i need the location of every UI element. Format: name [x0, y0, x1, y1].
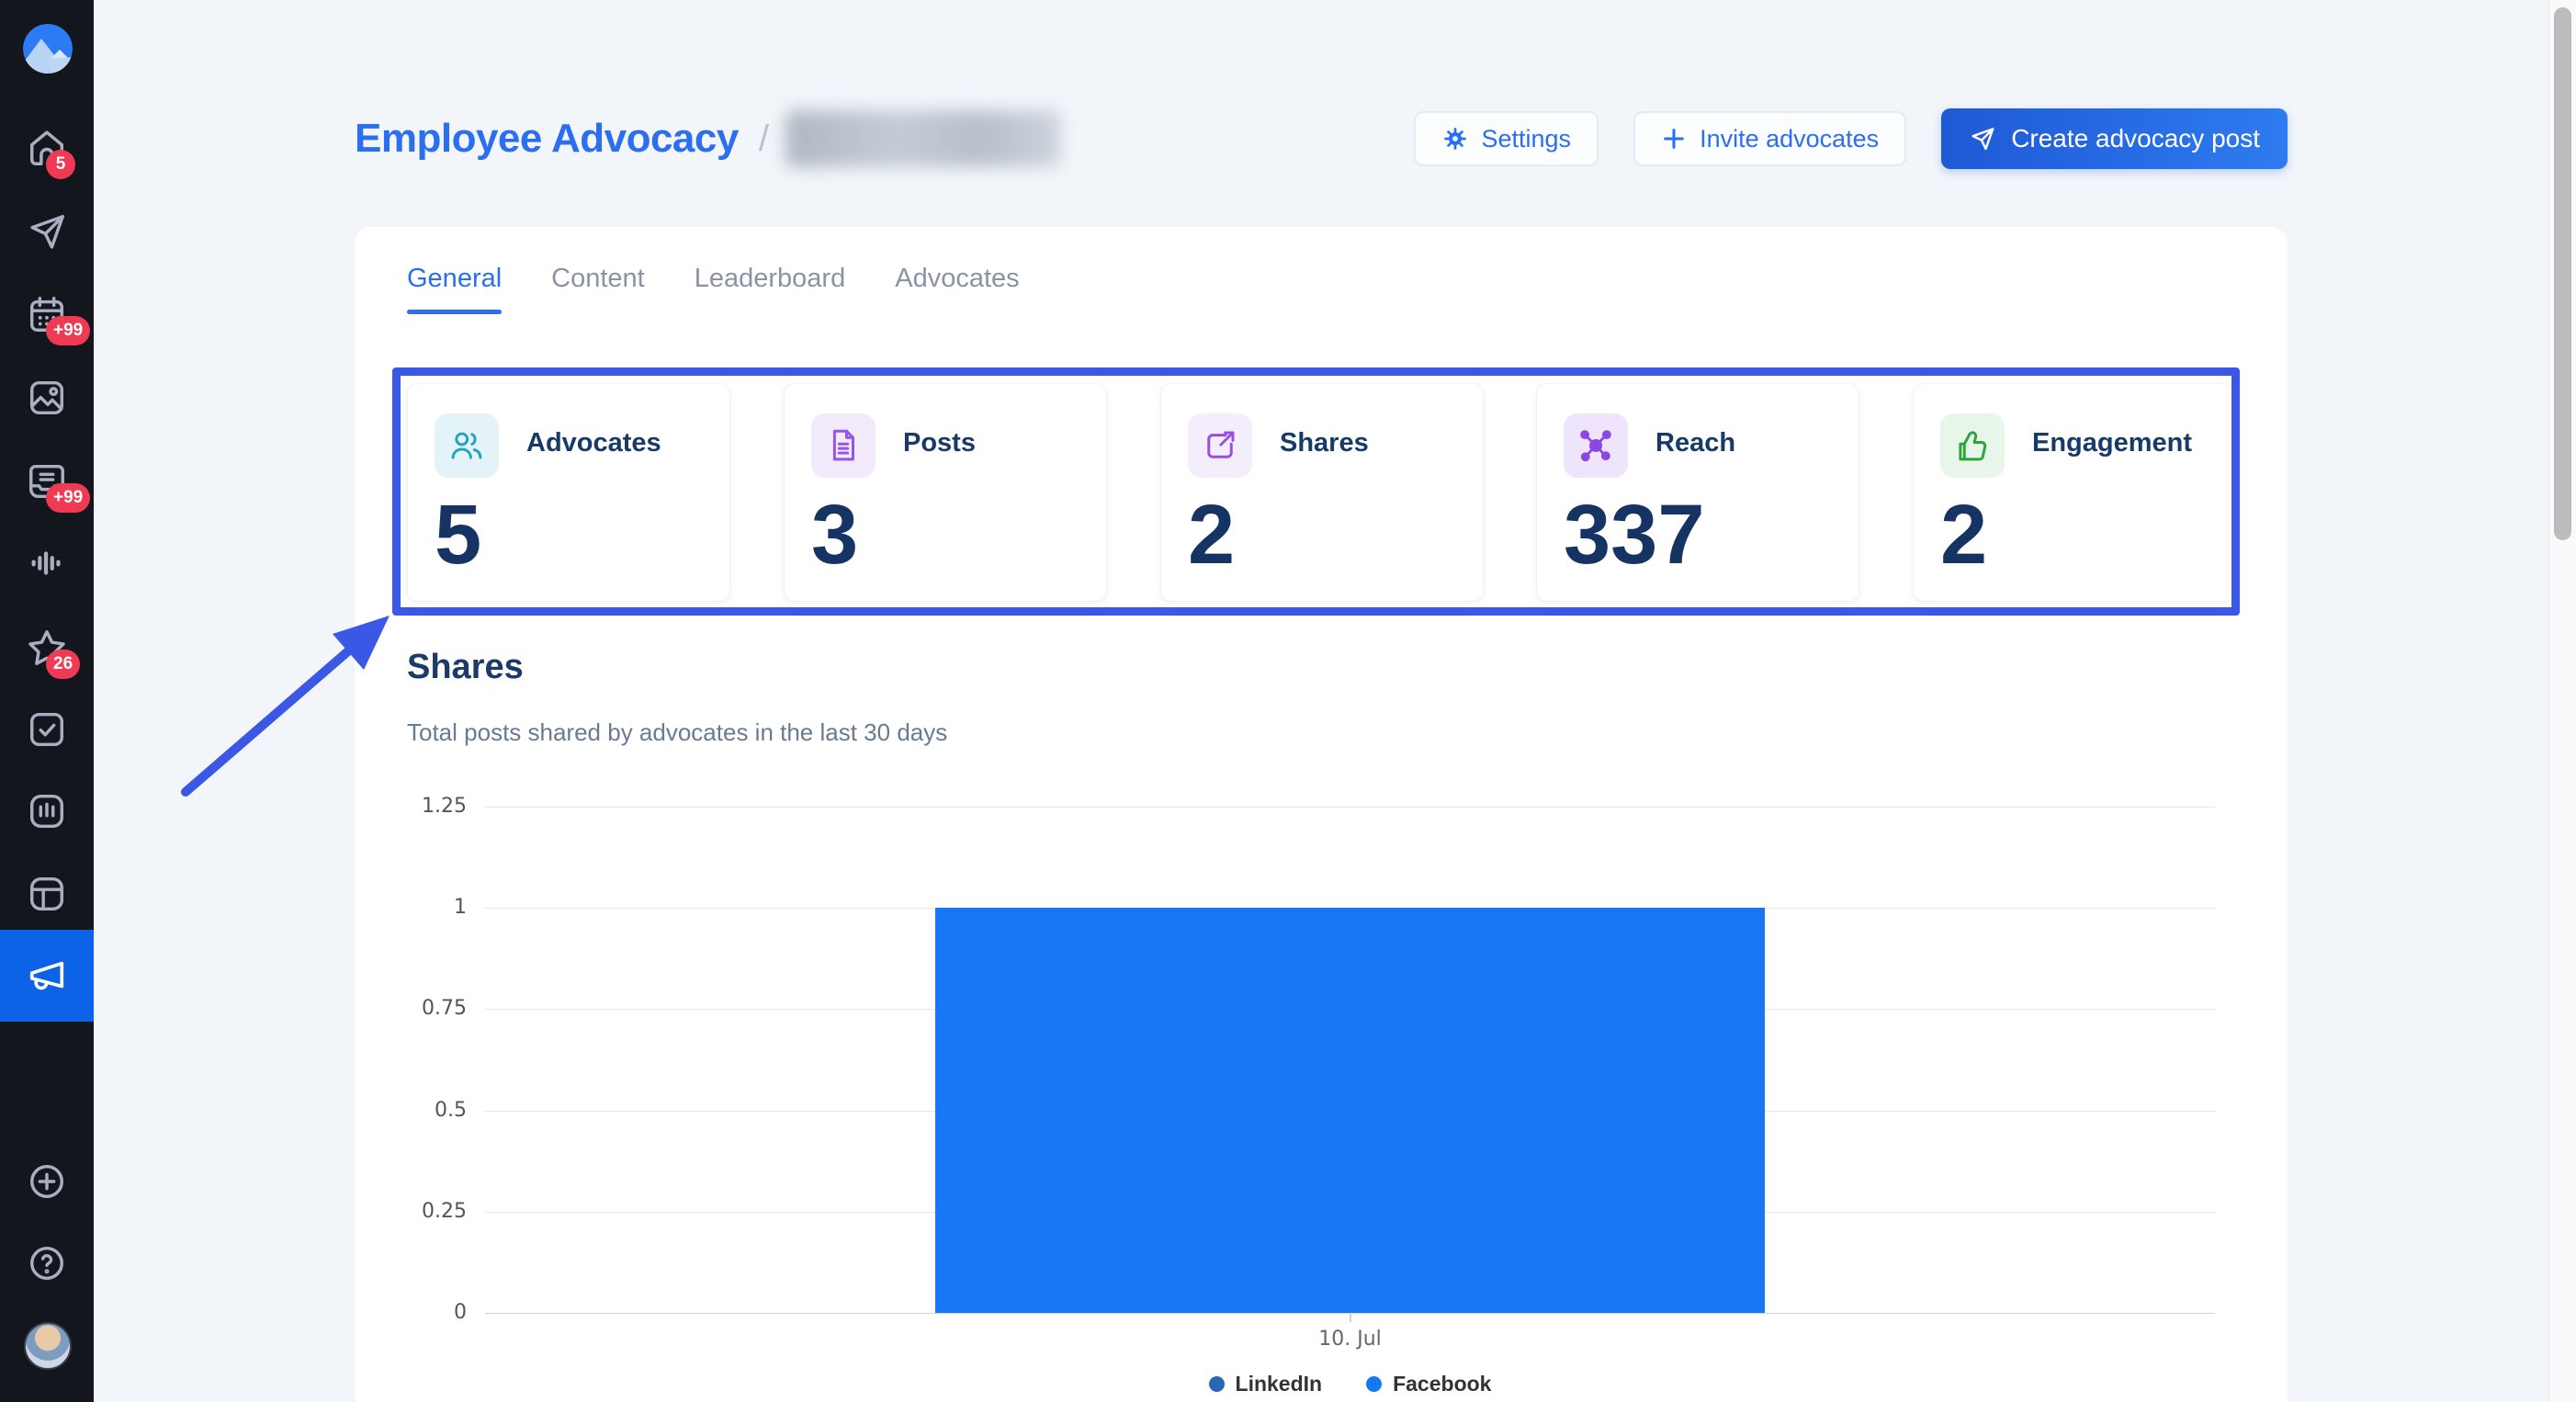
legend-item-linkedin[interactable]: LinkedIn — [1209, 1372, 1323, 1396]
plus-icon — [1661, 126, 1687, 152]
inbox-badge: +99 — [46, 483, 90, 513]
sidebar-item-home[interactable]: 5 — [0, 106, 94, 190]
sidebar: 5 +99 +99 26 — [0, 0, 94, 1402]
sidebar-item-help[interactable] — [0, 1221, 94, 1306]
check-square-icon — [26, 708, 68, 751]
home-badge: 5 — [46, 150, 75, 179]
sidebar-item-boards[interactable] — [0, 852, 94, 936]
sidebar-item-approvals[interactable] — [0, 687, 94, 772]
chart: 1.25 1 0.75 0.5 0.25 0 10. Jul — [355, 227, 2288, 1402]
y-axis-tick-label: 0.25 — [355, 1200, 467, 1223]
workspace-logo[interactable] — [23, 24, 73, 73]
y-axis-tick-label: 0.75 — [355, 997, 467, 1020]
y-axis-tick-label: 0.5 — [355, 1099, 467, 1122]
sidebar-item-inbox[interactable]: +99 — [0, 439, 94, 524]
x-axis-tick — [1350, 1313, 1351, 1322]
sidebar-item-favorites[interactable]: 26 — [0, 605, 94, 690]
legend-dot — [1209, 1376, 1225, 1392]
plus-circle-icon — [26, 1160, 68, 1203]
breadcrumb-separator: / — [759, 119, 769, 160]
calendar-badge: +99 — [46, 316, 90, 345]
help-circle-icon — [26, 1242, 68, 1284]
main-panel: General Content Leaderboard Advocates Ad… — [355, 227, 2288, 1402]
sidebar-item-advocacy-active[interactable] — [0, 930, 94, 1022]
scrollbar-track — [2548, 0, 2576, 1402]
legend-label: LinkedIn — [1236, 1372, 1323, 1396]
invite-advocates-button[interactable]: Invite advocates — [1633, 111, 1906, 166]
legend-label: Facebook — [1393, 1372, 1491, 1396]
send-icon — [1969, 125, 1996, 153]
invite-advocates-label: Invite advocates — [1700, 125, 1879, 153]
create-advocacy-post-button[interactable]: Create advocacy post — [1941, 108, 2288, 169]
sidebar-item-media[interactable] — [0, 356, 94, 440]
image-icon — [26, 377, 68, 419]
bar-facebook[interactable] — [935, 908, 1766, 1313]
employee-advocacy-page: 5 +99 +99 26 — [0, 0, 2576, 1402]
legend-item-facebook[interactable]: Facebook — [1366, 1372, 1491, 1396]
gridline — [485, 807, 2215, 808]
user-avatar[interactable] — [24, 1322, 72, 1370]
y-axis-tick-label: 1 — [355, 896, 467, 919]
sidebar-item-calendar[interactable]: +99 — [0, 272, 94, 356]
chart-legend: LinkedIn Facebook — [485, 1372, 2215, 1396]
audio-wave-icon — [26, 542, 68, 584]
gear-icon — [1441, 125, 1469, 153]
sidebar-item-add-workspace[interactable] — [0, 1139, 94, 1224]
settings-button[interactable]: Settings — [1414, 111, 1599, 166]
favorites-badge: 26 — [46, 650, 80, 679]
megaphone-icon — [26, 955, 68, 997]
header-actions: Settings Invite advocates Create advocac… — [1414, 108, 2288, 169]
sidebar-item-analytics[interactable] — [0, 769, 94, 854]
layout-icon — [26, 873, 68, 915]
sidebar-item-voice[interactable] — [0, 521, 94, 605]
settings-label: Settings — [1482, 125, 1572, 153]
y-axis-tick-label: 1.25 — [355, 795, 467, 818]
x-axis-label: 10. Jul — [1259, 1328, 1442, 1351]
scrollbar-thumb[interactable] — [2554, 7, 2571, 540]
page-header: Employee Advocacy / Settings Invite advo… — [355, 103, 2288, 175]
sidebar-item-publish[interactable] — [0, 189, 94, 274]
legend-dot — [1366, 1376, 1382, 1392]
y-axis-tick-label: 0 — [355, 1301, 467, 1324]
bar-chart-icon — [26, 790, 68, 832]
page-title: Employee Advocacy — [355, 116, 739, 162]
create-advocacy-post-label: Create advocacy post — [2011, 124, 2260, 153]
send-icon — [26, 210, 68, 253]
workspace-name-redacted — [785, 110, 1061, 167]
